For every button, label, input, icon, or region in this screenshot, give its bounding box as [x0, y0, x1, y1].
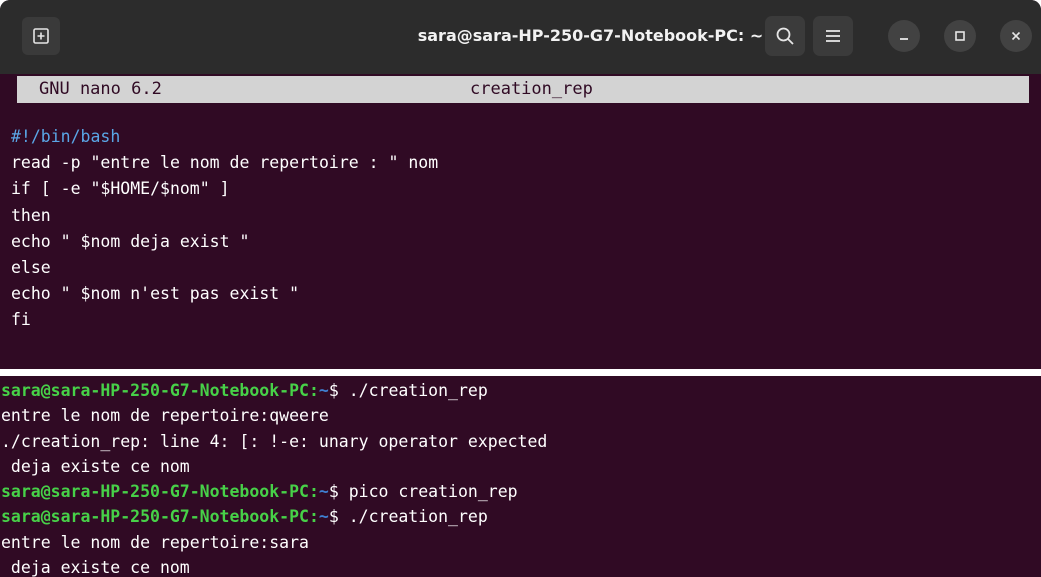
- maximize-icon: [955, 31, 965, 41]
- code-line: else: [11, 257, 51, 277]
- command-text: ./creation_rep: [348, 507, 488, 527]
- nano-version: GNU nano 6.2: [39, 79, 162, 99]
- prompt-path: ~: [318, 507, 329, 527]
- prompt-separator: :: [308, 482, 319, 502]
- nano-terminal-window: sara@sara-HP-250-G7-Notebook-PC: ~ GNU n…: [0, 0, 1041, 369]
- prompt-line: sara@sara-HP-250-G7-Notebook-PC:~$ pico …: [1, 479, 547, 504]
- prompt-separator: :: [308, 381, 319, 400]
- prompt-dollar: $: [328, 482, 349, 502]
- menu-button[interactable]: [813, 16, 853, 56]
- command-text: pico creation_rep: [348, 482, 518, 502]
- editor-content[interactable]: #!/bin/bash read -p "entre le nom de repe…: [11, 124, 438, 334]
- command-text: ./creation_rep: [348, 381, 488, 400]
- code-line: echo " $nom n'est pas exist ": [11, 284, 300, 304]
- hamburger-menu-icon: [826, 30, 840, 42]
- output-line: entre le nom de repertoire:qweere: [1, 406, 329, 426]
- prompt-line: sara@sara-HP-250-G7-Notebook-PC:~$ ./cre…: [1, 378, 547, 403]
- code-line: if [ -e "$HOME/$nom" ]: [11, 179, 230, 199]
- output-line: deja existe ce nom: [1, 558, 190, 577]
- close-icon: [1011, 31, 1021, 41]
- prompt-user: sara@sara-HP-250-G7-Notebook-PC: [1, 507, 309, 527]
- separator: [0, 369, 1041, 376]
- new-tab-button[interactable]: [22, 17, 60, 55]
- nano-filename: creation_rep: [470, 79, 593, 99]
- close-button[interactable]: [1000, 20, 1032, 52]
- code-line: then: [11, 205, 51, 225]
- code-line: read -p "entre le nom de repertoire : " …: [11, 153, 439, 173]
- window-title: sara@sara-HP-250-G7-Notebook-PC: ~: [417, 26, 764, 45]
- minimize-button[interactable]: [888, 20, 920, 52]
- prompt-line: sara@sara-HP-250-G7-Notebook-PC:~$ ./cre…: [1, 504, 547, 529]
- prompt-separator: :: [308, 507, 319, 527]
- new-tab-icon: [33, 28, 49, 44]
- output-line: ./creation_rep: line 4: [: !-e: unary op…: [1, 431, 548, 451]
- shell-terminal-window: sara@sara-HP-250-G7-Notebook-PC:~$ ./cre…: [0, 376, 1041, 577]
- nano-header-bar: GNU nano 6.2 creation_rep: [17, 76, 1029, 103]
- prompt-dollar: $: [328, 507, 349, 527]
- prompt-path: ~: [318, 381, 329, 400]
- prompt-user: sara@sara-HP-250-G7-Notebook-PC: [1, 381, 309, 400]
- code-line: echo " $nom deja exist ": [11, 231, 250, 251]
- search-icon: [776, 27, 794, 45]
- output-line: deja existe ce nom: [1, 456, 190, 476]
- title-bar: sara@sara-HP-250-G7-Notebook-PC: ~: [0, 0, 1041, 74]
- code-line-shebang: #!/bin/bash: [11, 127, 121, 146]
- prompt-path: ~: [318, 482, 329, 502]
- code-line: fi: [11, 310, 31, 330]
- search-button[interactable]: [765, 16, 805, 56]
- maximize-button[interactable]: [944, 20, 976, 52]
- prompt-user: sara@sara-HP-250-G7-Notebook-PC: [1, 482, 309, 502]
- output-line: entre le nom de repertoire:sara: [1, 532, 309, 552]
- prompt-dollar: $: [328, 381, 349, 400]
- minimize-icon: [900, 38, 908, 40]
- terminal-output[interactable]: sara@sara-HP-250-G7-Notebook-PC:~$ ./cre…: [1, 378, 547, 577]
